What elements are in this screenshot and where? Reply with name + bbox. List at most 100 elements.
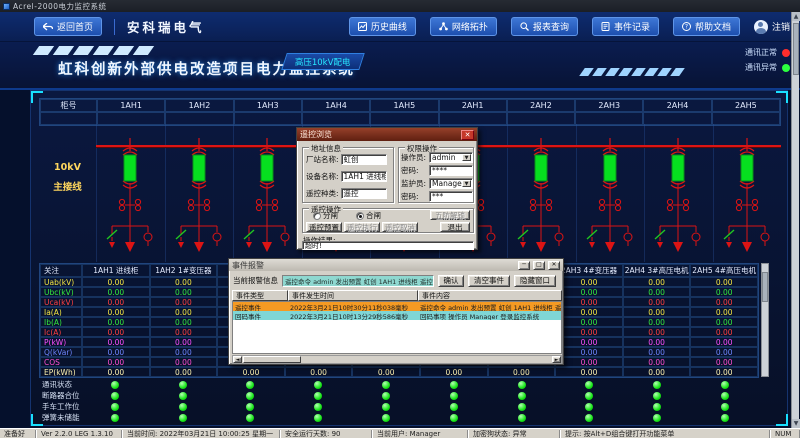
cabinet-header-1AH3: 1AH3 — [234, 99, 302, 112]
nav-help-doc-button[interactable]: ? 帮助文档 — [673, 17, 740, 36]
status-dot-cell — [420, 390, 488, 401]
dialog-titlebar[interactable]: 事件报警 ─ □ ✕ — [229, 259, 563, 271]
status-dot-cell — [691, 379, 759, 390]
app-vertical-scrollbar[interactable]: ▲ ▼ — [791, 12, 799, 428]
station-field[interactable]: 虹创 — [341, 154, 387, 165]
tab-hv-10kv[interactable]: 高压10kV配电 — [281, 53, 365, 70]
event-time: 2022年3月21日10时30分11秒038毫秒 — [288, 302, 418, 311]
corner-bracket — [31, 414, 43, 426]
dialog-title: 事件报警 — [232, 260, 515, 271]
minimize-icon[interactable]: ─ — [518, 261, 530, 270]
chevron-down-icon[interactable]: ▼ — [462, 154, 471, 161]
guardian-select[interactable]: Manager ▼ — [429, 178, 473, 189]
status-dot — [585, 414, 593, 422]
bay-1AH1[interactable] — [96, 138, 165, 262]
result-box: 超时! — [302, 241, 474, 250]
breaker-closed-indicator[interactable] — [261, 155, 273, 181]
status-dot-cell — [691, 412, 759, 423]
breaker-closed-indicator[interactable] — [672, 155, 684, 181]
metric-value: 0.00 — [150, 337, 218, 347]
header-nav: 历史曲线 网络拓扑 报表查询 — [349, 17, 800, 36]
feeder-arrow-icon — [262, 242, 272, 252]
close-icon[interactable]: ✕ — [548, 261, 560, 270]
remote-cancel-button[interactable]: 遥控取消 — [382, 222, 418, 232]
chevron-down-icon[interactable]: ▼ — [462, 180, 471, 187]
remote-execute-button[interactable]: 遥控执行 — [344, 222, 380, 232]
cabinet-header-1AH5: 1AH5 — [370, 99, 438, 112]
operator-select[interactable]: admin ▼ — [429, 152, 473, 163]
bay-2AH4[interactable] — [644, 138, 713, 262]
event-row[interactable]: 遥控事件2022年3月21日10时30分11秒038毫秒遥控命令 admin 发… — [233, 302, 561, 311]
status-dot — [314, 414, 322, 422]
scroll-up-icon[interactable]: ▲ — [792, 12, 800, 21]
scroll-down-icon[interactable]: ▼ — [792, 419, 800, 428]
breaker-closed-indicator[interactable] — [535, 155, 547, 181]
nav-label: 历史曲线 — [371, 20, 407, 33]
scroll-thumb[interactable] — [793, 23, 799, 75]
col-event-time[interactable]: 事件发生时间 — [288, 290, 418, 301]
nav-label: 网络拓扑 — [452, 20, 488, 33]
nav-report-query-button[interactable]: 报表查询 — [511, 17, 578, 36]
operator-password-field[interactable]: **** — [429, 165, 473, 176]
remote-preset-button[interactable]: 遥控预置 — [306, 222, 342, 232]
control-kind-field[interactable]: 遥控 — [341, 188, 387, 199]
clear-events-button[interactable]: 清空事件 — [468, 275, 510, 287]
breaker-closed-indicator[interactable] — [741, 155, 753, 181]
col-event-content[interactable]: 事件内容 — [418, 290, 562, 301]
breaker-closed-indicator[interactable] — [193, 155, 205, 181]
svg-text:?: ? — [685, 24, 688, 31]
exit-button[interactable]: 退出 — [440, 222, 470, 232]
hide-window-button[interactable]: 隐藏窗口 — [514, 275, 556, 287]
status-dot-cell — [420, 412, 488, 423]
metric-value: 0.00 — [150, 357, 218, 367]
decor-stripes-left — [36, 46, 151, 55]
device-field[interactable]: 1AH1 进线柜 — [341, 171, 387, 182]
tab-label: 高压10kV配电 — [295, 56, 351, 68]
open-radio[interactable] — [313, 212, 321, 220]
nav-network-topology-button[interactable]: 网络拓扑 — [430, 17, 497, 36]
close-icon[interactable]: ✕ — [461, 130, 474, 140]
remote-control-dialog: 遥控浏览 ✕ 地址信息 厂站名称: 虹创 设备名称: 1AH1 进线柜 遥控种类… — [296, 127, 478, 250]
metric-value: 0.00 — [150, 327, 218, 337]
confirm-button[interactable]: 确认 — [438, 275, 464, 287]
user-avatar-icon — [754, 20, 768, 34]
status-dot — [111, 403, 119, 411]
breaker-closed-indicator[interactable] — [124, 155, 136, 181]
event-hscrollbar[interactable]: ◄ ► — [232, 355, 562, 364]
logout-button[interactable]: 注销 — [754, 20, 790, 34]
bay-1AH2[interactable] — [165, 138, 234, 262]
corner-bracket — [776, 91, 788, 103]
os-titlebar: Acrel-2000电力监控系统 — [0, 0, 800, 12]
app-title: Acrel-2000电力监控系统 — [13, 1, 107, 12]
status-dot — [450, 392, 458, 400]
status-dot — [585, 392, 593, 400]
metric-value: 0.00 — [555, 347, 623, 357]
status-dot-grid: 通讯状态断路器合位手车工作位弹簧未储能 — [39, 379, 759, 423]
control-group: 遥控操作 分闸 合闸 五防解锁 遥控预置 遥控执行 遥控取消 退出 — [302, 208, 474, 233]
scroll-left-icon[interactable]: ◄ — [233, 356, 242, 363]
back-home-button[interactable]: 返回首页 — [34, 17, 102, 36]
maximize-icon[interactable]: □ — [533, 261, 545, 270]
dialog-titlebar[interactable]: 遥控浏览 ✕ — [297, 128, 477, 141]
guardian-password-field[interactable]: *** — [429, 191, 473, 202]
bay-2AH2[interactable] — [507, 138, 576, 262]
bay-1AH3[interactable] — [233, 138, 302, 262]
breaker-closed-indicator[interactable] — [604, 155, 616, 181]
status-dot-cell — [691, 401, 759, 412]
col-event-type[interactable]: 事件类型 — [232, 290, 288, 301]
metric-value: 0.00 — [488, 367, 556, 377]
bay-2AH3[interactable] — [576, 138, 645, 262]
status-dot-cell — [284, 390, 352, 401]
event-row[interactable]: 回码事件2022年3月21日10时13分29秒586毫秒回码事项 操作员 Man… — [233, 311, 561, 320]
close-radio[interactable] — [356, 212, 364, 220]
metrics-col-header-1: 1AH2 1#变压器 — [150, 264, 218, 277]
five-prevention-unlock-button[interactable]: 五防解锁 — [430, 210, 470, 220]
scroll-thumb[interactable] — [243, 356, 301, 363]
nav-history-curve-button[interactable]: 历史曲线 — [349, 17, 416, 36]
metric-value: 0.00 — [420, 367, 488, 377]
nav-event-record-button[interactable]: 事件记录 — [592, 17, 659, 36]
bay-2AH5[interactable] — [713, 138, 782, 262]
status-dot-cell — [352, 412, 420, 423]
metrics-scrollbar[interactable] — [761, 263, 769, 377]
scroll-right-icon[interactable]: ► — [552, 356, 561, 363]
